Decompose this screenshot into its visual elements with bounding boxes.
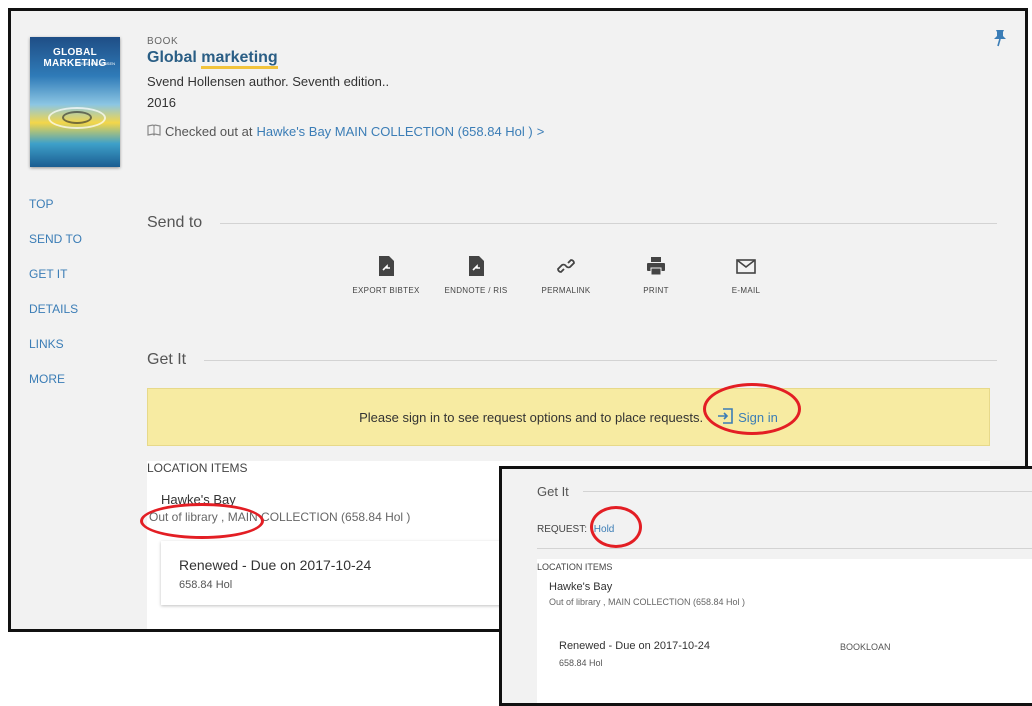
endnote-ris-button[interactable]: ENDNOTE / RIS bbox=[431, 256, 521, 295]
inset-get-it-divider bbox=[582, 491, 1032, 492]
email-button[interactable]: E-MAIL bbox=[701, 256, 791, 295]
hold-request-link[interactable]: Hold bbox=[594, 524, 615, 535]
get-it-heading: Get It bbox=[147, 351, 187, 368]
location-status: Out of library , MAIN COLLECTION (658.84… bbox=[149, 510, 411, 524]
inset-request-row: REQUEST: Hold bbox=[537, 524, 614, 535]
inset-location-library[interactable]: Hawke's Bay bbox=[549, 581, 612, 593]
signin-button[interactable]: Sign in bbox=[717, 407, 778, 427]
inset-location-status: Out of library , MAIN COLLECTION (658.84… bbox=[549, 597, 746, 607]
send-to-heading: Send to bbox=[147, 214, 203, 231]
record-author: Svend Hollensen author. Seventh edition.… bbox=[147, 74, 390, 89]
book-cover[interactable]: GLOBAL MARKETING SVEND HOLLENSEN bbox=[30, 37, 120, 167]
inset-request-label: REQUEST: bbox=[537, 524, 588, 535]
print-button[interactable]: PRINT bbox=[611, 256, 701, 295]
nav-get-it[interactable]: GET IT bbox=[29, 267, 82, 281]
send-to-actions: EXPORT BIBTEX ENDNOTE / RIS PERMALINK PR… bbox=[341, 256, 791, 295]
nav-details[interactable]: DETAILS bbox=[29, 302, 82, 316]
export-bibtex-button[interactable]: EXPORT BIBTEX bbox=[341, 256, 431, 295]
inset-location-panel: LOCATION ITEMS Hawke's Bay Out of librar… bbox=[537, 559, 1032, 703]
record-title-highlight: marketing bbox=[201, 49, 278, 69]
inset-item-call-number: 658.84 Hol bbox=[559, 658, 603, 668]
signin-label: Sign in bbox=[738, 409, 778, 425]
cover-ripple-inner bbox=[62, 111, 92, 124]
item-call-number: 658.84 Hol bbox=[179, 579, 233, 591]
inset-get-it-header: Get It bbox=[537, 484, 1032, 499]
export-file-icon bbox=[378, 256, 394, 281]
availability-location-link[interactable]: Hawke's Bay MAIN COLLECTION (658.84 Hol … bbox=[256, 124, 532, 139]
record-title-plain: Global bbox=[147, 49, 202, 66]
pin-icon[interactable] bbox=[993, 29, 1007, 52]
send-to-divider bbox=[220, 222, 997, 224]
inset-get-it-heading: Get It bbox=[537, 484, 569, 499]
record-title[interactable]: Global marketing bbox=[147, 49, 278, 69]
permalink-label: PERMALINK bbox=[541, 286, 591, 295]
inset-location-header: LOCATION ITEMS bbox=[537, 562, 613, 572]
record-type: BOOK bbox=[147, 36, 179, 47]
sign-in-icon bbox=[717, 407, 733, 427]
nav-top[interactable]: TOP bbox=[29, 197, 82, 211]
nav-more[interactable]: MORE bbox=[29, 372, 82, 386]
nav-send-to[interactable]: SEND TO bbox=[29, 232, 82, 246]
send-to-header: Send to bbox=[147, 214, 997, 232]
permalink-button[interactable]: PERMALINK bbox=[521, 256, 611, 295]
availability-prefix: Checked out at bbox=[165, 124, 253, 139]
inset-item-type: BOOKLOAN bbox=[840, 642, 891, 652]
cover-author: SVEND HOLLENSEN bbox=[75, 61, 115, 66]
chevron-right-icon[interactable]: > bbox=[537, 124, 545, 139]
envelope-icon bbox=[736, 256, 756, 281]
side-nav: TOP SEND TO GET IT DETAILS LINKS MORE bbox=[29, 197, 82, 407]
location-items-header: LOCATION ITEMS bbox=[147, 461, 248, 475]
record-year: 2016 bbox=[147, 95, 176, 110]
item-due-status: Renewed - Due on 2017-10-24 bbox=[179, 557, 372, 573]
export-bibtex-label: EXPORT BIBTEX bbox=[352, 286, 420, 295]
nav-links[interactable]: LINKS bbox=[29, 337, 82, 351]
get-it-header: Get It bbox=[147, 351, 997, 369]
email-label: E-MAIL bbox=[731, 286, 761, 295]
export-file-icon bbox=[468, 256, 484, 281]
signin-banner: Please sign in to see request options an… bbox=[147, 388, 990, 446]
endnote-ris-label: ENDNOTE / RIS bbox=[444, 286, 508, 295]
book-icon bbox=[147, 124, 161, 139]
print-label: PRINT bbox=[643, 286, 669, 295]
get-it-divider bbox=[204, 359, 997, 361]
printer-icon bbox=[646, 256, 666, 281]
availability-line: Checked out at Hawke's Bay MAIN COLLECTI… bbox=[147, 124, 544, 139]
inset-item-due-status: Renewed - Due on 2017-10-24 bbox=[559, 640, 711, 652]
signin-message: Please sign in to see request options an… bbox=[359, 409, 704, 425]
link-icon bbox=[557, 256, 575, 281]
inset-request-divider bbox=[537, 548, 1032, 549]
inset-get-it-panel: Get It REQUEST: Hold LOCATION ITEMS Hawk… bbox=[499, 466, 1032, 706]
location-library[interactable]: Hawke's Bay bbox=[161, 492, 236, 507]
